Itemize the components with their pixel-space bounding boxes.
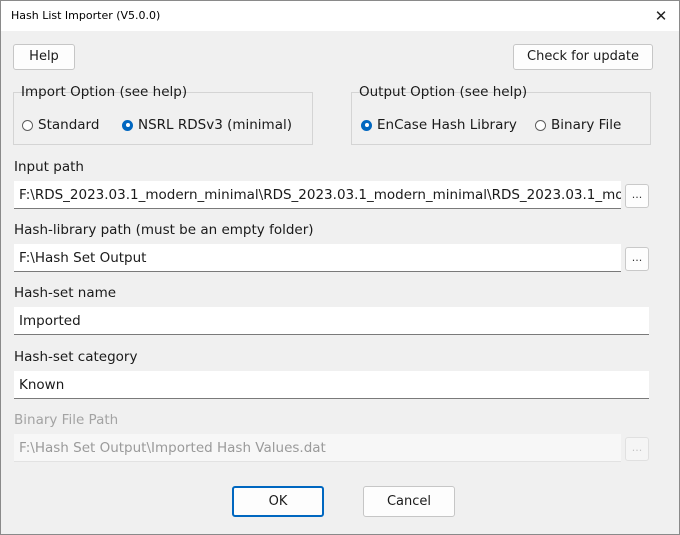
help-button[interactable]: Help xyxy=(13,44,75,70)
library-path-browse-button[interactable]: ... xyxy=(625,247,649,271)
binary-path-field: F:\Hash Set Output\Imported Hash Values.… xyxy=(14,434,621,462)
radio-binary-label: Binary File xyxy=(551,117,622,133)
output-option-label: Output Option (see help) xyxy=(359,84,528,100)
radio-binary-indicator xyxy=(535,119,546,131)
radio-encase-indicator xyxy=(361,119,372,131)
set-name-field[interactable]: Imported xyxy=(14,307,649,335)
radio-nsrl-indicator xyxy=(122,119,133,131)
radio-standard-indicator xyxy=(22,119,33,131)
window-title: Hash List Importer (V5.0.0) xyxy=(11,9,161,22)
input-path-field[interactable]: F:\RDS_2023.03.1_modern_minimal\RDS_2023… xyxy=(14,181,621,209)
set-category-field[interactable]: Known xyxy=(14,371,649,399)
library-path-label: Hash-library path (must be an empty fold… xyxy=(14,222,314,238)
radio-encase-hash-library[interactable]: EnCase Hash Library xyxy=(361,117,517,133)
radio-nsrl-rdsv3-minimal[interactable]: NSRL RDSv3 (minimal) xyxy=(122,117,292,133)
radio-binary-file[interactable]: Binary File xyxy=(535,117,621,133)
dialog-window: Hash List Importer (V5.0.0) ✕ Help Check… xyxy=(0,0,680,535)
title-bar: Hash List Importer (V5.0.0) ✕ xyxy=(1,1,679,31)
input-path-label: Input path xyxy=(14,159,84,175)
radio-standard-label: Standard xyxy=(38,117,100,133)
ok-button[interactable]: OK xyxy=(232,486,324,517)
library-path-field[interactable]: F:\Hash Set Output xyxy=(14,244,621,272)
set-category-label: Hash-set category xyxy=(14,349,138,365)
binary-path-browse-button: ... xyxy=(625,437,649,461)
cancel-button[interactable]: Cancel xyxy=(363,486,455,517)
radio-encase-label: EnCase Hash Library xyxy=(377,117,517,133)
radio-standard[interactable]: Standard xyxy=(22,117,99,133)
binary-path-label: Binary File Path xyxy=(14,412,119,428)
input-path-browse-button[interactable]: ... xyxy=(625,184,649,208)
import-option-label: Import Option (see help) xyxy=(21,84,188,100)
radio-nsrl-label: NSRL RDSv3 (minimal) xyxy=(138,117,292,133)
check-update-button[interactable]: Check for update xyxy=(513,44,653,70)
close-icon[interactable]: ✕ xyxy=(649,4,673,28)
set-name-label: Hash-set name xyxy=(14,285,117,301)
